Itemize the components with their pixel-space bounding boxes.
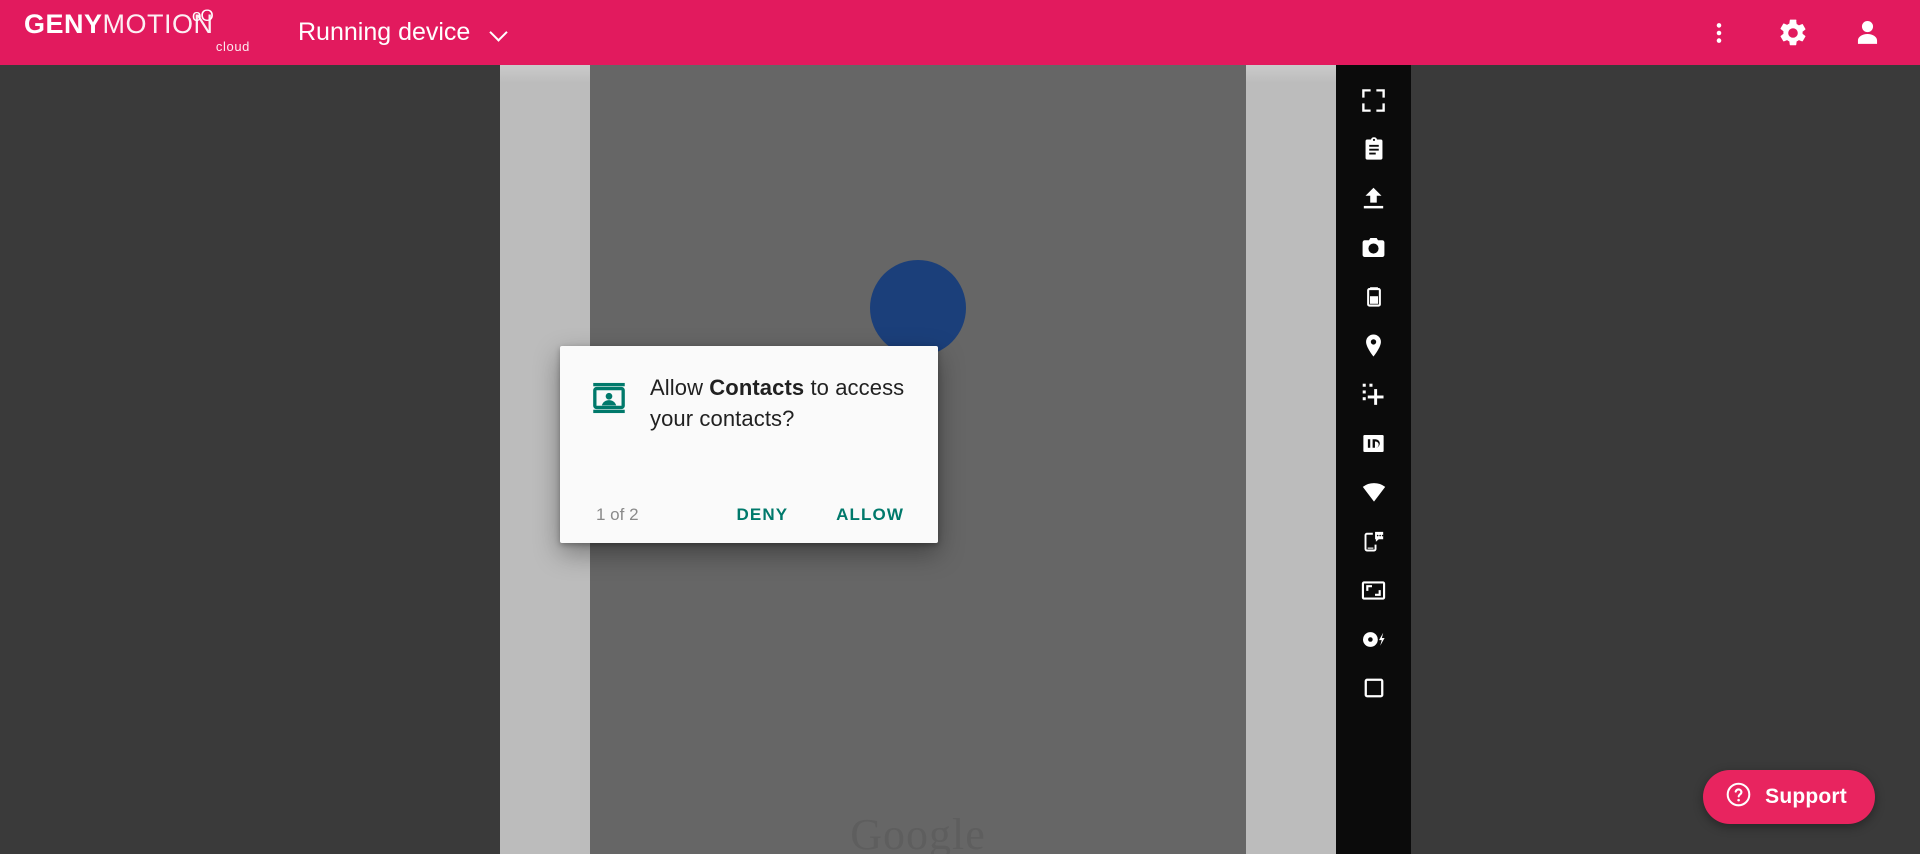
running-device-dropdown[interactable]: Running device bbox=[298, 0, 508, 65]
recents-square-icon[interactable] bbox=[1350, 671, 1398, 705]
allow-button[interactable]: ALLOW bbox=[826, 496, 914, 534]
account-person-icon[interactable] bbox=[1850, 16, 1884, 50]
brand-wordmark: GENY MOTION bbox=[24, 11, 254, 38]
support-label: Support bbox=[1765, 785, 1847, 808]
emulator-stage: Google Allow Contacts to access your con… bbox=[0, 65, 1920, 854]
battery-icon[interactable] bbox=[1350, 279, 1398, 313]
app-splash-wordmark: Google bbox=[850, 810, 986, 854]
location-pin-icon[interactable] bbox=[1350, 328, 1398, 362]
contacts-card-icon bbox=[588, 377, 630, 419]
screen-resize-icon[interactable] bbox=[1350, 573, 1398, 607]
multitouch-plus-icon[interactable] bbox=[1350, 377, 1398, 411]
fullscreen-icon[interactable] bbox=[1350, 83, 1398, 117]
running-device-label: Running device bbox=[298, 18, 471, 46]
dialog-body: Allow Contacts to access your contacts? bbox=[560, 346, 938, 434]
brand-sub-text: cloud bbox=[215, 39, 250, 54]
device-toolbar bbox=[1336, 65, 1411, 854]
app-header: GENY MOTION oO cloud Running device bbox=[0, 0, 1920, 65]
dialog-message-prefix: Allow bbox=[650, 375, 710, 400]
dialog-counter: 1 of 2 bbox=[596, 505, 639, 524]
app-splash-circle bbox=[870, 260, 966, 356]
clipboard-icon[interactable] bbox=[1350, 132, 1398, 166]
dialog-message-app: Contacts bbox=[709, 375, 805, 400]
genymotion-logo[interactable]: GENY MOTION oO cloud bbox=[24, 0, 254, 65]
question-circle-icon bbox=[1725, 781, 1752, 813]
identifiers-id-icon[interactable] bbox=[1350, 426, 1398, 460]
deny-button[interactable]: DENY bbox=[727, 496, 799, 534]
network-wifi-icon[interactable] bbox=[1350, 475, 1398, 509]
more-options-icon[interactable] bbox=[1702, 16, 1736, 50]
upload-icon[interactable] bbox=[1350, 181, 1398, 215]
genymotion-cloud-app: GENY MOTION oO cloud Running device Goog… bbox=[0, 0, 1920, 854]
brand-dots-icon: oO bbox=[192, 6, 214, 25]
settings-gear-icon[interactable] bbox=[1776, 16, 1810, 50]
baseband-disk-icon[interactable] bbox=[1350, 622, 1398, 656]
support-button[interactable]: Support bbox=[1703, 770, 1875, 824]
chevron-down-icon bbox=[492, 25, 508, 41]
header-actions bbox=[1702, 16, 1884, 50]
phone-sms-icon[interactable] bbox=[1350, 524, 1398, 558]
dialog-actions: 1 of 2 DENY ALLOW bbox=[560, 487, 938, 543]
permission-dialog: Allow Contacts to access your contacts? … bbox=[560, 346, 938, 543]
brand-primary-text: GENY bbox=[24, 9, 103, 39]
camera-icon[interactable] bbox=[1350, 230, 1398, 264]
dialog-message: Allow Contacts to access your contacts? bbox=[650, 373, 914, 434]
